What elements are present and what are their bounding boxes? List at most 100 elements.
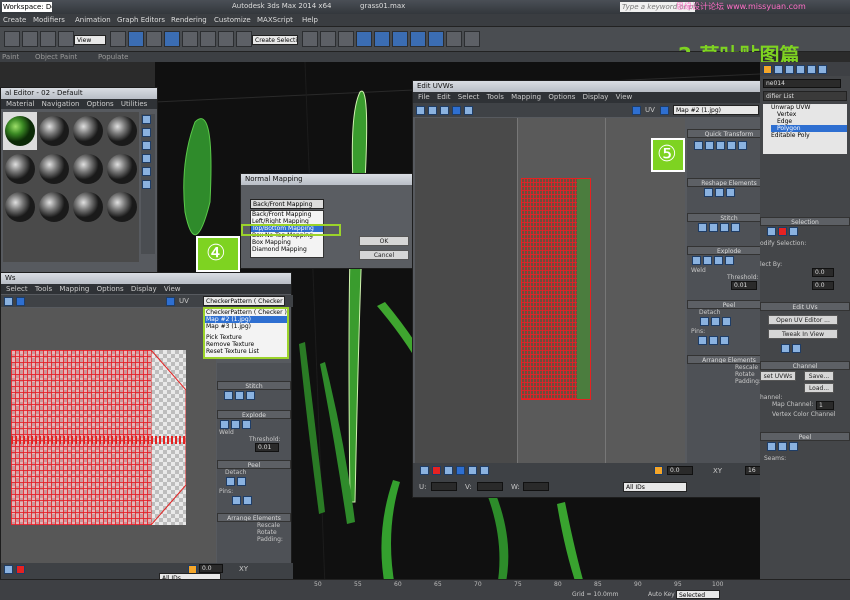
mapping-option[interactable]: Box Mapping bbox=[251, 239, 323, 246]
flatten-settings-icon[interactable] bbox=[725, 256, 734, 265]
stitch-icon[interactable] bbox=[698, 223, 707, 232]
align-horizontal-icon[interactable] bbox=[705, 141, 714, 150]
rollout-arrange-elements[interactable]: Arrange Elements bbox=[687, 355, 771, 364]
texture-option[interactable]: Map #2 (1.jpg) bbox=[205, 316, 287, 323]
move-icon[interactable] bbox=[416, 106, 425, 115]
shrink-icon[interactable] bbox=[480, 466, 489, 475]
menu-rendering[interactable]: Rendering bbox=[171, 16, 207, 24]
detach-edge-icon[interactable] bbox=[231, 420, 240, 429]
schematic-icon[interactable] bbox=[392, 31, 408, 47]
menu-create[interactable]: Create bbox=[3, 16, 26, 24]
select-by-field-2[interactable]: 0.0 bbox=[812, 281, 834, 290]
relax-icon[interactable] bbox=[715, 188, 724, 197]
modify-tab-icon[interactable] bbox=[774, 65, 783, 74]
detach-checkbox[interactable]: Detach bbox=[687, 309, 771, 316]
rotate-icon[interactable] bbox=[40, 31, 56, 47]
selection-rollout[interactable]: Selection bbox=[760, 217, 850, 226]
menu-tools[interactable]: Tools bbox=[487, 93, 504, 101]
render-frame-icon[interactable] bbox=[146, 31, 162, 47]
peel-rollout[interactable]: Peel bbox=[760, 432, 850, 441]
reset-peel-icon[interactable] bbox=[711, 317, 720, 326]
rollout-explode[interactable]: Explode bbox=[687, 246, 771, 255]
rescale-checkbox[interactable]: Rescale bbox=[687, 364, 771, 371]
stitch-target-icon[interactable] bbox=[235, 391, 244, 400]
soft-selection-icon[interactable] bbox=[4, 565, 13, 574]
select-by-field[interactable]: 0.0 bbox=[812, 268, 834, 277]
angle-snap-icon[interactable] bbox=[182, 31, 198, 47]
video-color-icon[interactable] bbox=[142, 167, 151, 176]
open-uv-editor-button[interactable]: Open UV Editor ... bbox=[768, 315, 838, 325]
uv-map-icon[interactable] bbox=[166, 297, 175, 306]
auto-pin-icon[interactable] bbox=[720, 336, 729, 345]
menu-file[interactable]: File bbox=[418, 93, 430, 101]
detach-edge-icon[interactable] bbox=[703, 256, 712, 265]
ok-button[interactable]: OK bbox=[359, 236, 409, 246]
channel-rollout[interactable]: Channel bbox=[760, 361, 850, 370]
stitch-average-icon[interactable] bbox=[246, 391, 255, 400]
peel-mode-icon[interactable] bbox=[789, 442, 798, 451]
threshold-field[interactable]: 0.01 bbox=[255, 443, 279, 452]
modifier-list-dropdown[interactable]: difier List bbox=[763, 91, 847, 101]
move-icon[interactable] bbox=[22, 31, 38, 47]
menu-material[interactable]: Material bbox=[6, 100, 34, 108]
mapping-dropdown[interactable]: Back/Front Mapping bbox=[250, 199, 324, 209]
menu-navigation[interactable]: Navigation bbox=[42, 100, 80, 108]
uv-canvas[interactable] bbox=[415, 118, 685, 463]
render-icon[interactable] bbox=[464, 31, 480, 47]
key-filter-dropdown[interactable]: Selected bbox=[676, 590, 720, 599]
motion-tab-icon[interactable] bbox=[796, 65, 805, 74]
select-vertex-icon[interactable] bbox=[444, 466, 453, 475]
rotate-cw-icon[interactable] bbox=[716, 141, 725, 150]
select-element-icon[interactable] bbox=[16, 565, 25, 574]
flatten-icon[interactable] bbox=[714, 256, 723, 265]
rotate-checkbox[interactable]: Rotate bbox=[217, 529, 291, 536]
rotate-icon[interactable] bbox=[428, 106, 437, 115]
ribbon-tab-paint[interactable]: Paint bbox=[2, 53, 19, 61]
relax-settings-icon[interactable] bbox=[726, 188, 735, 197]
quick-peel-icon[interactable] bbox=[767, 442, 776, 451]
rollout-stitch[interactable]: Stitch bbox=[687, 213, 771, 222]
pin-icon[interactable] bbox=[232, 496, 241, 505]
align-x-icon[interactable] bbox=[792, 344, 801, 353]
select-object-icon[interactable] bbox=[128, 31, 144, 47]
edit-named-selection-icon[interactable] bbox=[236, 31, 252, 47]
move-icon[interactable] bbox=[4, 297, 13, 306]
select-element-icon[interactable] bbox=[432, 466, 441, 475]
reset-peel-icon[interactable] bbox=[778, 442, 787, 451]
peel-mode-icon[interactable] bbox=[722, 317, 731, 326]
align-vertical-icon[interactable] bbox=[727, 141, 736, 150]
menu-mapping[interactable]: Mapping bbox=[511, 93, 541, 101]
stitch-average-icon[interactable] bbox=[720, 223, 729, 232]
detach-checkbox[interactable]: Detach bbox=[217, 469, 291, 476]
soft-selection-icon[interactable] bbox=[420, 466, 429, 475]
save-button[interactable]: Save... bbox=[804, 371, 834, 381]
mirror-icon[interactable] bbox=[302, 31, 318, 47]
display-tab-icon[interactable] bbox=[807, 65, 816, 74]
remove-texture-option[interactable]: Remove Texture bbox=[205, 341, 287, 348]
material-editor-icon[interactable] bbox=[410, 31, 426, 47]
select-face-icon[interactable] bbox=[456, 466, 465, 475]
pick-texture-option[interactable]: Pick Texture bbox=[205, 334, 287, 341]
ribbon-tab-populate[interactable]: Populate bbox=[98, 53, 128, 61]
spinner-snap-icon[interactable] bbox=[218, 31, 234, 47]
stack-polygon[interactable]: Polygon bbox=[771, 125, 847, 132]
quick-peel-icon[interactable] bbox=[700, 317, 709, 326]
stitch-settings-icon[interactable] bbox=[731, 223, 740, 232]
rollout-reshape-elements[interactable]: Reshape Elements bbox=[687, 178, 771, 187]
tweak-in-view-button[interactable]: Tweak In View bbox=[768, 329, 838, 339]
stitch-target-icon[interactable] bbox=[709, 223, 718, 232]
snap-icon[interactable] bbox=[164, 31, 180, 47]
uv-map-icon[interactable] bbox=[632, 106, 641, 115]
pin-icon[interactable] bbox=[698, 336, 707, 345]
quick-planar-icon[interactable] bbox=[781, 344, 790, 353]
unpin-icon[interactable] bbox=[709, 336, 718, 345]
mirror-icon[interactable] bbox=[464, 106, 473, 115]
all-ids-dropdown[interactable]: All IDs bbox=[623, 482, 687, 492]
percent-snap-icon[interactable] bbox=[200, 31, 216, 47]
rollout-arrange-elements[interactable]: Arrange Elements bbox=[217, 513, 291, 522]
menu-tools[interactable]: Tools bbox=[35, 285, 52, 293]
rollout-peel[interactable]: Peel bbox=[687, 300, 771, 309]
background-icon[interactable] bbox=[142, 141, 151, 150]
edit-uvs-rollout[interactable]: Edit UVs bbox=[760, 302, 850, 311]
scale-icon[interactable] bbox=[58, 31, 74, 47]
